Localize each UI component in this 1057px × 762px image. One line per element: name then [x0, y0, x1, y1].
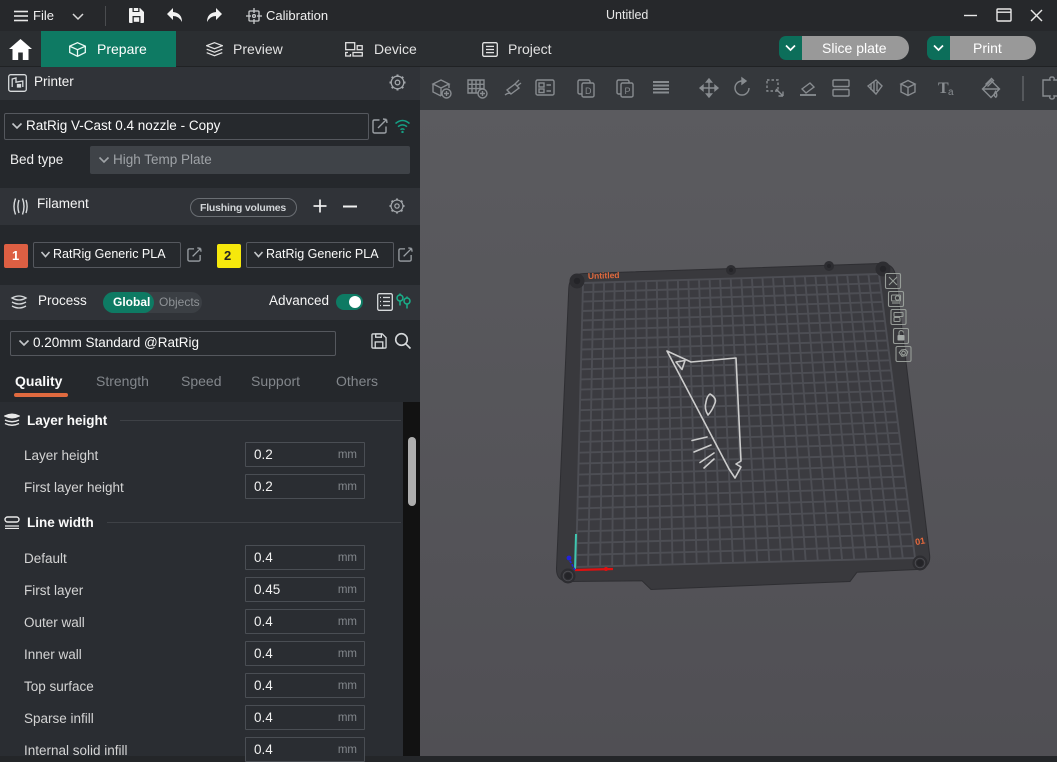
svg-text:P: P: [625, 86, 631, 96]
svg-text:01: 01: [914, 536, 926, 548]
svg-text:Untitled: Untitled: [588, 270, 620, 281]
svg-text:D: D: [585, 86, 592, 96]
svg-text:a: a: [948, 87, 954, 98]
